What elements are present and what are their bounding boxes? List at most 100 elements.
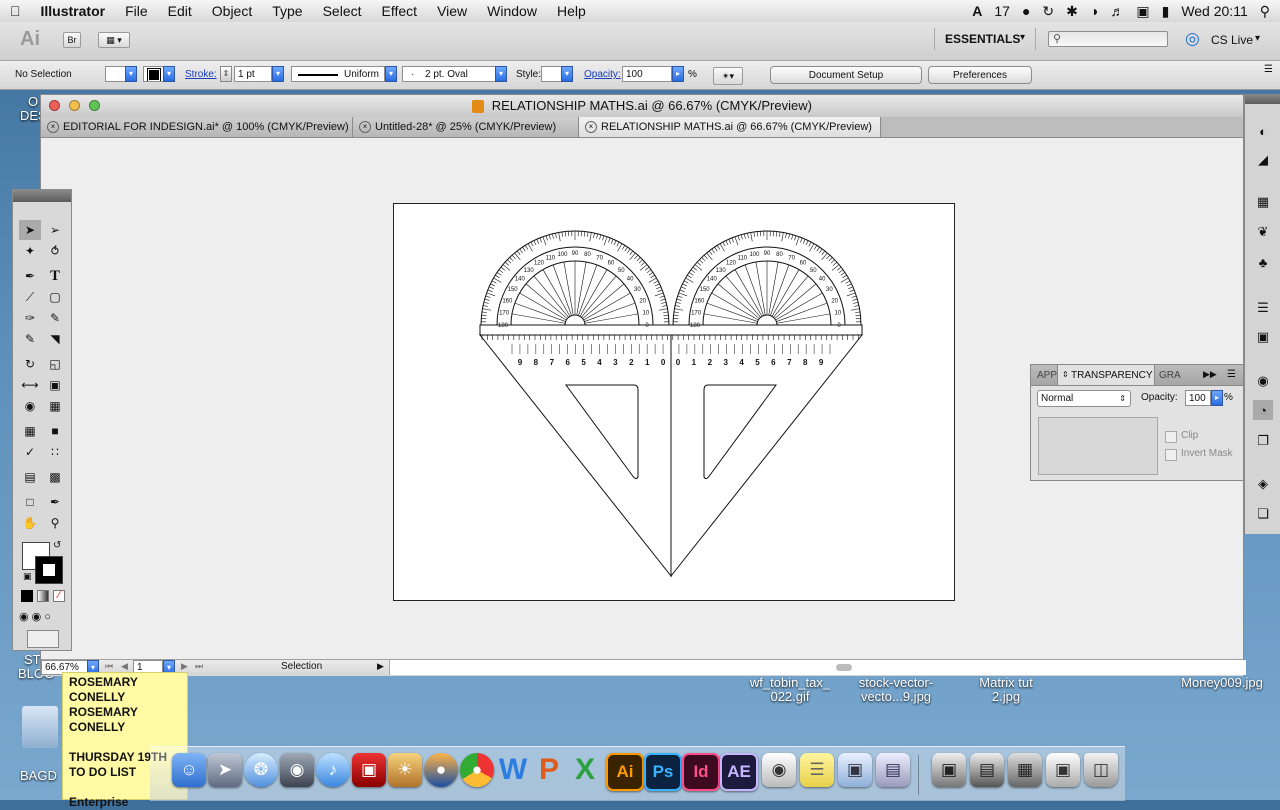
stroke-swatch[interactable] xyxy=(143,66,165,82)
pen-tool-icon[interactable]: ✒ xyxy=(19,266,41,286)
eyedropper-tool-icon[interactable]: ✓ xyxy=(19,442,41,462)
next-artboard-icon[interactable]: ▶ xyxy=(181,661,188,672)
close-tab-icon[interactable]: × xyxy=(585,121,597,133)
graphic-styles-panel-icon[interactable]: ❐ xyxy=(1253,431,1273,451)
excel-icon[interactable]: X xyxy=(568,753,602,787)
layers-panel-icon[interactable]: ◈ xyxy=(1253,474,1273,494)
swatches-panel-icon[interactable]: ▦ xyxy=(1253,192,1273,212)
dock-app-indesign[interactable]: Id xyxy=(682,753,720,791)
cs-live-button[interactable]: CS Live xyxy=(1211,33,1253,47)
workspace-switcher[interactable]: ESSENTIALS xyxy=(945,32,1020,46)
finder-icon[interactable]: ☺ xyxy=(172,753,206,787)
selection-tool-icon[interactable]: ➤ xyxy=(19,220,41,240)
menu-effect[interactable]: Effect xyxy=(372,3,428,19)
image-capture-icon[interactable]: ◉ xyxy=(762,753,796,787)
free-transform-tool-icon[interactable]: ▣ xyxy=(44,375,66,395)
menu-view[interactable]: View xyxy=(427,3,477,19)
firefox-icon[interactable]: ● xyxy=(424,753,458,787)
wifi-icon[interactable]: ◑ xyxy=(1090,3,1098,19)
tab-editorial[interactable]: × EDITORIAL FOR INDESIGN.ai* @ 100% (CMY… xyxy=(41,117,353,137)
variable-width-profile[interactable]: Uniform xyxy=(291,66,385,82)
lasso-tool-icon[interactable]: ⥀ xyxy=(44,241,66,261)
profile-dropdown[interactable]: ▾ xyxy=(385,66,397,82)
screen-mode-icon[interactable] xyxy=(27,630,59,648)
clock[interactable]: Wed 20:11 xyxy=(1181,3,1247,19)
time-machine-icon[interactable]: ↻ xyxy=(1042,3,1054,20)
menu-type[interactable]: Type xyxy=(262,3,312,19)
menu-help[interactable]: Help xyxy=(547,3,596,19)
dock-document-3-icon[interactable]: ▦ xyxy=(1008,753,1042,787)
apple-menu-icon[interactable]:  xyxy=(0,3,31,19)
dock-downloads-icon[interactable]: ▣ xyxy=(1046,753,1080,787)
horizontal-scrollbar[interactable] xyxy=(389,660,1246,675)
stroke-weight-stepper[interactable]: ⇕ xyxy=(220,66,232,82)
status-menu-icon[interactable]: ▶ xyxy=(377,661,384,672)
magic-wand-tool-icon[interactable]: ✦ xyxy=(19,241,41,261)
stroke-weight-dropdown[interactable]: ▾ xyxy=(272,66,284,82)
symbols-panel-icon[interactable]: ♣ xyxy=(1253,252,1273,272)
previous-artboard-icon[interactable]: ◀ xyxy=(121,661,128,672)
trash-icon[interactable]: ◫ xyxy=(1084,753,1118,787)
brushes-panel-icon[interactable]: ❦ xyxy=(1253,222,1273,242)
opacity-label[interactable]: Opacity: xyxy=(584,69,621,80)
hand-tool-icon[interactable]: ✋ xyxy=(19,513,41,533)
protractor-heart-artwork[interactable]: 0102030405060708090100110120130140150160… xyxy=(394,204,954,600)
symbol-sprayer-tool-icon[interactable]: ▤ xyxy=(19,467,41,487)
spotlight-icon[interactable]: ⚲ xyxy=(1260,3,1270,20)
desktop-file-2[interactable]: stock-vector- vecto...9.jpg xyxy=(848,676,944,704)
color-mode-icon[interactable] xyxy=(21,590,33,602)
cs-live-chevron-icon[interactable]: ▾ xyxy=(1255,33,1260,44)
blob-brush-tool-icon[interactable]: ✎ xyxy=(19,329,41,349)
dock-app-illustrator[interactable]: Ai xyxy=(606,753,644,791)
sync-icon[interactable]: ● xyxy=(1022,3,1030,19)
line-tool-icon[interactable]: ⟋ xyxy=(19,287,41,307)
tab-untitled-28[interactable]: × Untitled-28* @ 25% (CMYK/Preview) xyxy=(353,117,579,137)
eraser-tool-icon[interactable]: ◥ xyxy=(44,329,66,349)
blend-tool-icon[interactable]: ∷ xyxy=(44,442,66,462)
gradient-panel-icon[interactable]: ▣ xyxy=(1253,327,1273,347)
rectangle-tool-icon[interactable]: ▢ xyxy=(44,287,66,307)
zoom-window-button[interactable] xyxy=(89,100,100,111)
swap-fill-stroke-icon[interactable]: ↺ xyxy=(53,540,61,551)
gradient-mode-icon[interactable] xyxy=(37,590,49,602)
stroke-color-swatch[interactable] xyxy=(35,556,63,584)
document-setup-button[interactable]: Document Setup xyxy=(770,66,922,84)
stroke-panel-icon[interactable]: ☰ xyxy=(1253,298,1273,318)
stickies-icon[interactable]: ☰ xyxy=(800,753,834,787)
close-window-button[interactable] xyxy=(49,100,60,111)
bluetooth-icon[interactable]: ✱ xyxy=(1066,3,1078,20)
bridge-button[interactable]: Br xyxy=(63,32,81,48)
dock-app-after-effects[interactable]: AE xyxy=(720,753,758,791)
tab-gradient[interactable]: GRA xyxy=(1159,370,1181,381)
status-tool-label[interactable]: Selection xyxy=(281,661,322,672)
dock-header[interactable] xyxy=(1245,94,1280,104)
scale-tool-icon[interactable]: ◱ xyxy=(44,354,66,374)
menu-file[interactable]: File xyxy=(115,3,158,19)
blend-mode-select[interactable]: Normal ⇕ xyxy=(1037,390,1131,407)
minimize-window-button[interactable] xyxy=(69,100,80,111)
direct-selection-tool-icon[interactable]: ➢ xyxy=(44,220,66,240)
brush-definition[interactable]: · 2 pt. Oval xyxy=(402,66,496,82)
webcam-icon[interactable]: ◉ xyxy=(280,753,314,787)
calendar-icon[interactable]: ▣ xyxy=(1136,3,1149,20)
menu-object[interactable]: Object xyxy=(202,3,262,19)
color-panel-icon[interactable]: ◐ xyxy=(1253,121,1273,141)
photos-stack-icon[interactable]: ▤ xyxy=(876,753,910,787)
perspective-grid-tool-icon[interactable]: ▦ xyxy=(44,396,66,416)
opacity-dropdown[interactable]: ▸ xyxy=(672,66,684,82)
photo-booth-icon[interactable]: ▣ xyxy=(352,753,386,787)
close-tab-icon[interactable]: × xyxy=(47,121,59,133)
gradient-tool-icon[interactable]: ■ xyxy=(44,421,66,441)
first-artboard-icon[interactable]: ⏮ xyxy=(105,661,113,672)
menu-edit[interactable]: Edit xyxy=(158,3,202,19)
artboards-panel-icon[interactable]: ❏ xyxy=(1253,504,1273,524)
dock-app-photoshop[interactable]: Ps xyxy=(644,753,682,791)
arrange-documents-icon[interactable]: ▦ ▾ xyxy=(98,32,130,48)
opacity-mask-thumbnail[interactable] xyxy=(1038,417,1158,475)
adobe-status-icon[interactable]: A xyxy=(972,3,982,19)
menu-illustrator[interactable]: Illustrator xyxy=(31,3,116,19)
scroll-thumb[interactable] xyxy=(836,664,852,671)
transparency-opacity-input[interactable]: 100 xyxy=(1185,390,1211,406)
transparency-opacity-dropdown[interactable]: ▸ xyxy=(1211,390,1223,406)
none-mode-icon[interactable]: ∕ xyxy=(53,590,65,602)
